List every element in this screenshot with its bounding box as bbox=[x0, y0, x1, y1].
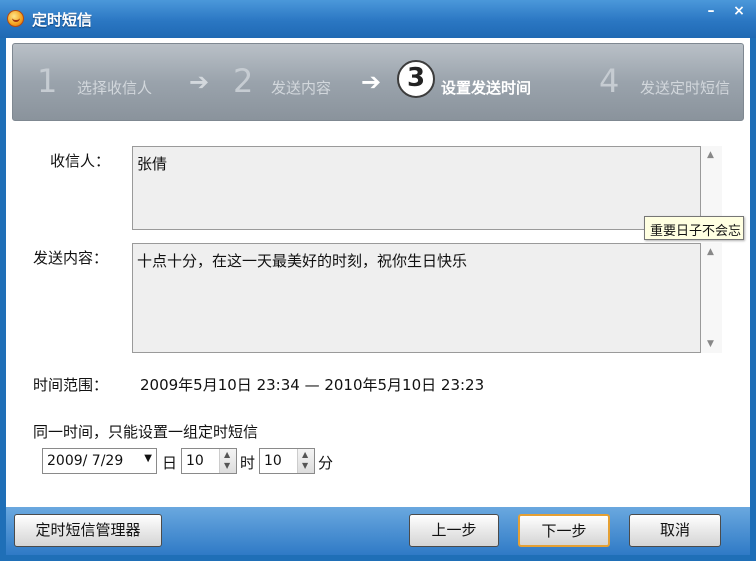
hour-value: 10 bbox=[186, 453, 204, 469]
close-button[interactable]: × bbox=[728, 2, 750, 20]
date-picker[interactable]: 2009/ 7/29 ▼ bbox=[42, 448, 157, 474]
step-3-label: 设置发送时间 bbox=[441, 79, 532, 97]
content-label: 发送内容： bbox=[33, 249, 109, 267]
step-indicator: 1 选择收信人 ➔ 2 发送内容 ➔ 3 设置发送时间 4 发送定时短信 bbox=[12, 43, 744, 121]
spin-down-icon[interactable]: ▼ bbox=[302, 461, 308, 470]
step-2-number: 2 bbox=[233, 62, 254, 100]
scroll-up-icon[interactable]: ▲ bbox=[707, 247, 714, 257]
sms-scheduler-window: 定时短信 – × 1 选择收信人 ➔ 2 发送内容 ➔ 3 设置发送时间 4 发… bbox=[0, 0, 756, 561]
spin-up-icon[interactable]: ▲ bbox=[302, 450, 308, 459]
content-field[interactable]: 十点十分，在这一天最美好的时刻，祝你生日快乐 bbox=[132, 243, 701, 353]
recipient-label: 收信人： bbox=[50, 152, 111, 170]
cancel-button[interactable]: 取消 bbox=[629, 514, 721, 547]
spin-down-icon[interactable]: ▼ bbox=[224, 461, 230, 470]
button-bar: 定时短信管理器 上一步 下一步 取消 bbox=[6, 507, 750, 555]
minute-stepper[interactable]: 10 ▲ ▼ bbox=[259, 448, 315, 474]
time-range-value: 2009年5月10日 23:34 — 2010年5月10日 23:23 bbox=[140, 376, 485, 394]
scroll-down-icon[interactable]: ▼ bbox=[707, 339, 714, 349]
day-unit-label: 日 bbox=[162, 454, 178, 472]
prev-step-button[interactable]: 上一步 bbox=[409, 514, 499, 547]
content-scrollbar[interactable]: ▲ ▼ bbox=[701, 243, 722, 353]
app-logo-icon bbox=[7, 10, 24, 27]
arrow-right-icon: ➔ bbox=[361, 68, 382, 96]
window-title: 定时短信 bbox=[32, 11, 93, 29]
step-3-number: 3 bbox=[397, 60, 435, 98]
step-1-number: 1 bbox=[37, 62, 58, 100]
minute-unit-label: 分 bbox=[318, 454, 334, 472]
hour-spin-buttons[interactable]: ▲ ▼ bbox=[219, 449, 236, 473]
step-1-label: 选择收信人 bbox=[77, 79, 153, 97]
title-bar: 定时短信 – × bbox=[0, 0, 756, 38]
scroll-up-icon[interactable]: ▲ bbox=[707, 150, 714, 160]
minute-value: 10 bbox=[264, 453, 282, 469]
hour-unit-label: 时 bbox=[240, 454, 256, 472]
hour-stepper[interactable]: 10 ▲ ▼ bbox=[181, 448, 237, 474]
schedule-note: 同一时间，只能设置一组定时短信 bbox=[33, 423, 259, 441]
time-range-label: 时间范围： bbox=[33, 376, 109, 394]
chevron-down-icon[interactable]: ▼ bbox=[144, 453, 152, 464]
spin-up-icon[interactable]: ▲ bbox=[224, 450, 230, 459]
minute-spin-buttons[interactable]: ▲ ▼ bbox=[297, 449, 314, 473]
date-value: 2009/ 7/29 bbox=[47, 453, 124, 469]
step-4-number: 4 bbox=[599, 62, 620, 100]
next-step-button[interactable]: 下一步 bbox=[518, 514, 610, 547]
step-2-label: 发送内容 bbox=[271, 79, 332, 97]
sms-manager-button[interactable]: 定时短信管理器 bbox=[14, 514, 162, 547]
watermark-logo: Bai 经验 bbox=[580, 477, 702, 510]
step-4-label: 发送定时短信 bbox=[640, 79, 731, 97]
recipient-field[interactable]: 张倩 bbox=[132, 146, 701, 230]
tooltip: 重要日子不会忘 bbox=[644, 216, 744, 240]
arrow-right-icon: ➔ bbox=[189, 68, 210, 96]
minimize-button[interactable]: – bbox=[700, 2, 722, 20]
